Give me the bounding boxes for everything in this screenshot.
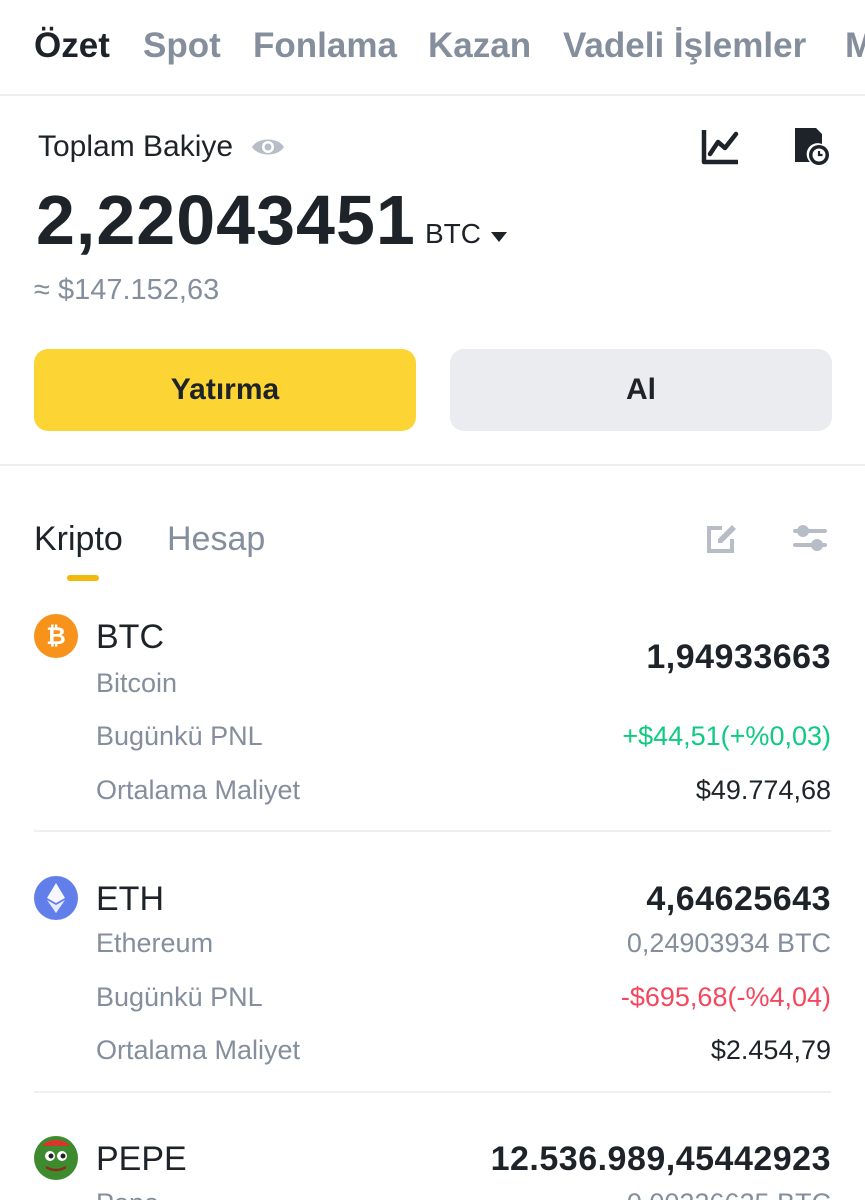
asset-symbol-btc: BTC [96,618,164,656]
pnl-label: Bugünkü PNL [96,721,263,751]
tab-more[interactable]: M [845,26,865,66]
active-tab-indicator [67,575,99,581]
bitcoin-icon: ₿ [34,614,78,658]
tab-futures[interactable]: Vadeli İşlemler [563,26,806,66]
tab-earn[interactable]: Kazan [428,26,531,66]
edit-icon[interactable] [704,521,740,555]
asset-avg-cost-eth: $2.454,79 [710,1035,831,1065]
tab-account[interactable]: Hesap [167,520,265,559]
card-divider [34,830,831,832]
ethereum-icon [34,876,78,920]
total-balance-label: Toplam Bakiye [38,130,234,163]
card-divider [34,1091,831,1093]
wallet-overview-screen: Özet Spot Fonlama Kazan Vadeli İşlemler … [0,0,865,1200]
asset-btc-value-pepe: 0,00226625 BTC [627,1188,831,1200]
pepe-icon [34,1136,78,1180]
avg-cost-label: Ortalama Maliyet [96,1035,301,1065]
total-balance-value: 2,22043451 [36,181,416,259]
asset-symbol-pepe: PEPE [96,1140,187,1178]
deposit-button[interactable]: Yatırma [34,349,416,431]
chart-icon[interactable] [700,126,742,168]
pnl-label: Bugünkü PNL [96,982,263,1012]
asset-name-eth: Ethereum [96,928,214,958]
section-divider [0,464,865,466]
asset-symbol-eth: ETH [96,880,164,918]
asset-amount-btc: 1,94933663 [646,638,831,676]
tab-funding[interactable]: Fonlama [253,26,397,66]
asset-amount-pepe: 12.536.989,45442923 [490,1140,831,1178]
avg-cost-label: Ortalama Maliyet [96,775,301,805]
filter-icon[interactable] [792,522,828,554]
asset-name-pepe: Pepe [96,1188,159,1200]
caret-down-icon[interactable] [490,230,508,242]
asset-pnl-eth: -$695,68(-%4,04) [620,982,831,1012]
history-icon[interactable] [792,126,830,166]
asset-name-btc: Bitcoin [96,668,178,698]
balance-unit-selector[interactable]: BTC [425,218,481,250]
buy-button[interactable]: Al [450,349,832,431]
tab-overview[interactable]: Özet [34,26,110,66]
tab-spot[interactable]: Spot [143,26,221,66]
asset-btc-value-eth: 0,24903934 BTC [626,928,831,958]
svg-text:₿: ₿ [46,623,66,650]
asset-pnl-btc: +$44,51(+%0,03) [622,721,831,751]
asset-avg-cost-btc: $49.774,68 [695,775,831,805]
asset-amount-eth: 4,64625643 [646,880,831,918]
balance-usd-equivalent: ≈ $147.152,63 [34,274,220,306]
eye-icon[interactable] [250,132,286,162]
tab-crypto[interactable]: Kripto [34,520,123,559]
top-tab-bar: Özet Spot Fonlama Kazan Vadeli İşlemler … [0,0,865,96]
